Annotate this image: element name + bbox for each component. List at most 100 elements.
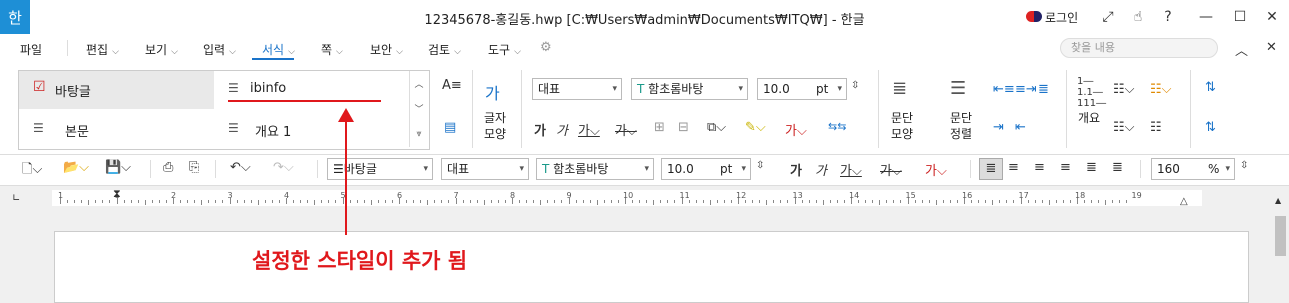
expand-gallery-icon[interactable]: ⩔	[410, 121, 428, 146]
number-list-icon[interactable]: ☷⌵	[1113, 120, 1135, 135]
search-input[interactable]: 찾을 내용	[1060, 38, 1218, 58]
menu-format[interactable]: 서식 ⌵	[262, 41, 295, 58]
menu-tools[interactable]: 도구 ⌵	[488, 41, 521, 58]
line-spacing-up-icon[interactable]: ⇥	[993, 120, 1004, 135]
undo-icon[interactable]: ↶⌵	[230, 160, 251, 175]
style-item-selected[interactable]	[19, 71, 214, 109]
help-icon[interactable]: ?	[1158, 7, 1178, 27]
open-folder-icon[interactable]: 📂⌵	[63, 160, 89, 175]
checklist-icon[interactable]: ☷	[1150, 120, 1162, 135]
close-doc-icon[interactable]: ✕	[1266, 40, 1277, 55]
sort-desc-icon[interactable]: ⇅	[1205, 120, 1216, 135]
menu-page[interactable]: 쪽 ⌵	[321, 41, 343, 58]
para-shape-label-1[interactable]: 문단	[891, 110, 913, 126]
zoom-stepper-icon[interactable]: ⇳	[1240, 160, 1248, 171]
style-item-ibinfo[interactable]: ibinfo	[250, 81, 286, 96]
char-shape-label-2[interactable]: 모양	[484, 126, 506, 142]
zoom-select[interactable]: 160% ▾	[1151, 158, 1235, 180]
chevron-down-icon[interactable]: ﹀	[410, 96, 428, 121]
strikethrough-icon[interactable]: 가⌵	[880, 160, 902, 179]
scroll-up-icon[interactable]: ▲	[1275, 196, 1281, 205]
login-icon[interactable]	[1026, 11, 1042, 22]
line-spacing-down-icon[interactable]: ⇤	[1015, 120, 1026, 135]
indent-first-icon[interactable]: ≣	[1038, 82, 1049, 97]
style-item-outline-1[interactable]: 개요 1	[255, 121, 291, 140]
scrollbar-thumb[interactable]	[1275, 216, 1286, 256]
style-item-batanggeul[interactable]: 바탕글	[55, 81, 91, 100]
restore-fullscreen-icon[interactable]: ⤢	[1098, 7, 1118, 27]
login-button[interactable]: 로그인	[1045, 9, 1078, 26]
font-color-icon[interactable]: 가⌵	[925, 160, 947, 179]
horizontal-ruler[interactable]: 1 1 2 3 4 5 6 7 8 9 10 11 12 13 14 15 16 17 18 19	[52, 190, 1202, 206]
align-left-icon[interactable]: ≡	[1008, 160, 1019, 175]
font-color-icon[interactable]: 가⌵	[785, 120, 807, 139]
addon-icon[interactable]: ⚙	[540, 40, 552, 55]
bullet-list-icon[interactable]: ☷⌵	[1113, 82, 1135, 97]
highlight-icon[interactable]: ✎⌵	[745, 120, 766, 135]
menu-edit[interactable]: 편집 ⌵	[86, 41, 119, 58]
para-align-label-2[interactable]: 정렬	[950, 126, 972, 142]
align-justify-icon[interactable]: ≣	[979, 158, 1003, 180]
chevron-up-icon[interactable]: ︿	[410, 71, 428, 96]
toolbar-size-input[interactable]: 10.0 pt ▾	[661, 158, 751, 180]
style-add-icon[interactable]: A≡	[442, 78, 462, 93]
save-icon[interactable]: 💾⌵	[105, 160, 131, 175]
font-size-input[interactable]: 10.0 pt ▾	[757, 78, 847, 100]
align-distribute-icon[interactable]: ≣	[1086, 160, 1097, 175]
bold-icon[interactable]: 가	[534, 120, 546, 139]
style-item-body[interactable]: 본문	[65, 121, 89, 140]
menu-security[interactable]: 보안 ⌵	[370, 41, 403, 58]
char-shape-icon[interactable]: 가	[485, 80, 500, 104]
indent-left-icon[interactable]: ⇤≡	[993, 82, 1015, 97]
style-lang-select[interactable]: 대표 ▾	[532, 78, 622, 100]
outline-label[interactable]: 개요	[1078, 110, 1100, 126]
italic-icon[interactable]: 가	[556, 120, 568, 139]
print-icon[interactable]: ⎙	[163, 160, 173, 175]
align-split-icon[interactable]: ≣	[1112, 160, 1123, 175]
redo-icon[interactable]: ↷⌵	[273, 160, 294, 175]
subscript-icon[interactable]: ⊟	[678, 120, 689, 135]
minimize-icon[interactable]: —	[1196, 7, 1216, 27]
bold-icon[interactable]: 가	[790, 160, 802, 179]
close-icon[interactable]: ✕	[1262, 7, 1282, 27]
menu-review[interactable]: 검토 ⌵	[428, 41, 461, 58]
para-align-icon[interactable]: ☰	[950, 78, 966, 99]
superscript-icon[interactable]: ⊞	[654, 120, 665, 135]
menu-file[interactable]: 파일	[20, 41, 42, 58]
bullet-style-icon[interactable]: ☷⌵	[1150, 82, 1172, 97]
hand-icon[interactable]: ☝	[1128, 7, 1148, 27]
strikethrough-icon[interactable]: 가⌵	[615, 120, 637, 139]
toolbar-font-select[interactable]: T 함초롬바탕 ▾	[536, 158, 654, 180]
char-shape-label-1[interactable]: 글자	[484, 110, 506, 126]
outline-numbering-icon[interactable]: 1― 1.1― 111―	[1077, 76, 1106, 109]
menu-insert[interactable]: 입력 ⌵	[203, 41, 236, 58]
size-stepper-icon[interactable]: ⇳	[756, 160, 764, 171]
indent-marker-icon[interactable]: ⧗	[113, 187, 121, 201]
toolbar-lang-select[interactable]: 대표 ▾	[441, 158, 529, 180]
indent-right-icon[interactable]: ≡⇥	[1015, 82, 1037, 97]
collapse-ribbon-icon[interactable]: ︿	[1235, 40, 1248, 59]
align-center-icon[interactable]: ≡	[1034, 160, 1045, 175]
gallery-scrollbar[interactable]: ︿ ﹀ ⩔	[409, 71, 428, 147]
para-shape-label-2[interactable]: 모양	[891, 126, 913, 142]
align-right-icon[interactable]: ≡	[1060, 160, 1071, 175]
para-align-label-1[interactable]: 문단	[950, 110, 972, 126]
char-border-icon[interactable]: ⧉⌵	[707, 120, 726, 135]
style-folder-icon[interactable]: ▤	[444, 120, 456, 135]
maximize-icon[interactable]: ☐	[1230, 7, 1250, 27]
underline-icon[interactable]: 가⌵	[578, 120, 600, 139]
para-shape-icon[interactable]: ≣	[892, 78, 907, 99]
italic-icon[interactable]: 가	[815, 160, 827, 179]
print-preview-icon[interactable]: ⎘	[189, 160, 199, 175]
document-page[interactable]	[54, 231, 1249, 303]
tab-type-icon[interactable]: ∟	[12, 193, 20, 204]
underline-icon[interactable]: 가⌵	[840, 160, 862, 179]
right-indent-marker-icon[interactable]: △	[1180, 196, 1188, 207]
menu-view[interactable]: 보기 ⌵	[145, 41, 178, 58]
toolbar-style-select[interactable]: ☰바탕글 ▾	[327, 158, 433, 180]
font-select[interactable]: T 함초롬바탕 ▾	[631, 78, 748, 100]
new-document-icon[interactable]: 🗋⌵	[22, 160, 42, 182]
char-spacing-icon[interactable]: ⇆⇆	[828, 120, 846, 133]
sort-asc-icon[interactable]: ⇅	[1205, 80, 1216, 95]
size-stepper-icon[interactable]: ⇳	[851, 80, 859, 91]
